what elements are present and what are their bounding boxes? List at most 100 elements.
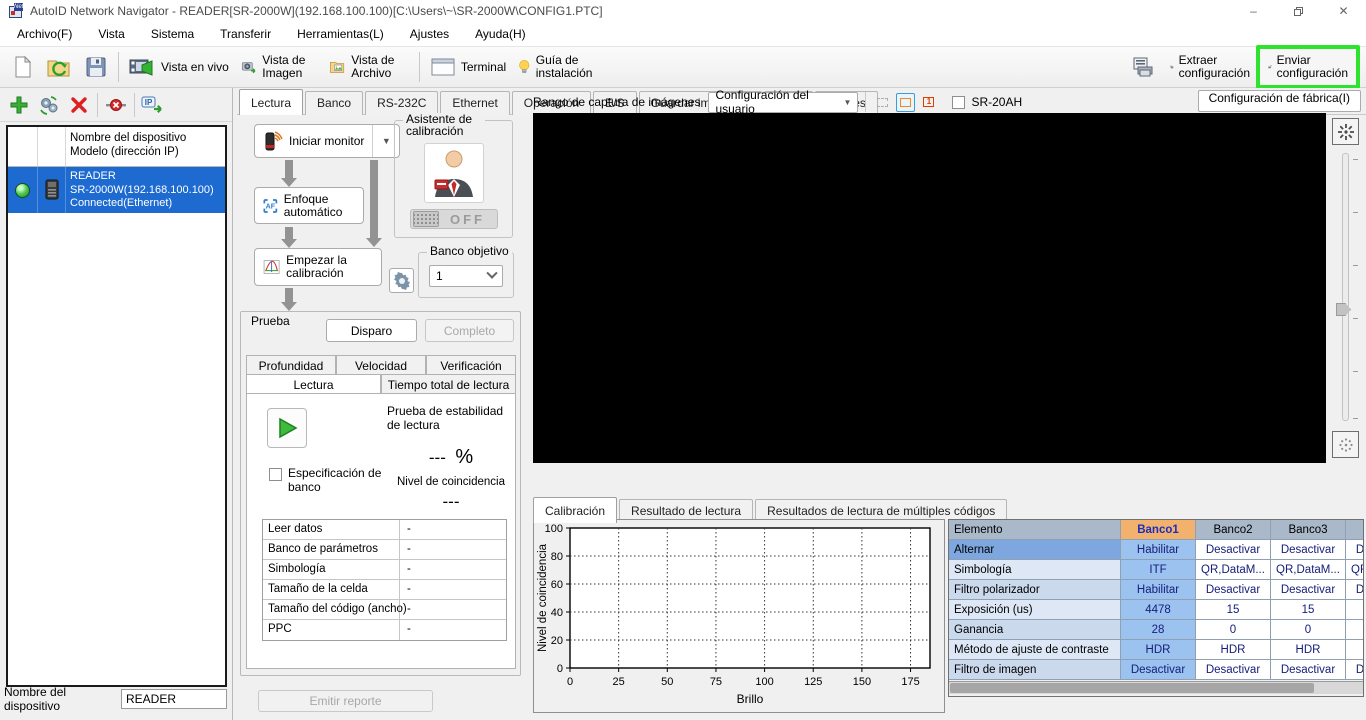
bank-cell[interactable]: 28 — [1121, 620, 1196, 640]
minimize-button[interactable]: – — [1231, 0, 1276, 22]
run-test-button[interactable] — [267, 408, 307, 448]
menu-item[interactable]: Transferir — [207, 23, 284, 45]
flow-arrow — [281, 227, 297, 248]
disconnect-device-button[interactable] — [101, 91, 131, 119]
trigger-button[interactable]: Disparo — [326, 319, 417, 342]
extract-config-button[interactable]: Extraer configuración — [1164, 49, 1256, 85]
menu-item[interactable]: Herramientas(L) — [284, 23, 397, 45]
bank-cell[interactable]: 15 — [1346, 600, 1363, 620]
bank-cell[interactable]: HDR — [1346, 640, 1363, 660]
svg-text:0: 0 — [567, 676, 573, 688]
bank-cell[interactable]: HDR — [1271, 640, 1346, 660]
bank-cell[interactable]: QR,DataM... — [1346, 560, 1363, 580]
test-result-value: - — [407, 623, 411, 635]
menu-item[interactable]: Ajustes — [397, 23, 462, 45]
bank-cell[interactable]: 0 — [1346, 620, 1363, 640]
bank-cell[interactable]: Habilitar — [1121, 580, 1196, 600]
autofocus-button[interactable]: AF Enfoque automático — [254, 187, 364, 224]
bank-cell[interactable]: HDR — [1121, 640, 1196, 660]
bank-cell[interactable]: Desactivar — [1271, 580, 1346, 600]
bank-row-label[interactable]: Alternar — [949, 540, 1121, 560]
zoom-in-button[interactable] — [1332, 118, 1359, 145]
send-config-button[interactable]: Enviar configuración — [1262, 49, 1354, 85]
device-row[interactable]: READER SR-2000W(192.168.100.100) Connect… — [8, 167, 225, 213]
bank-cell[interactable]: 4478 — [1121, 600, 1196, 620]
main-tab[interactable]: Banco — [305, 91, 364, 115]
bank-row-label[interactable]: Ganancia — [949, 620, 1121, 640]
add-device-button[interactable] — [4, 91, 34, 119]
bank-row-label[interactable]: Simbología — [949, 560, 1121, 580]
bank-col-header[interactable]: Banco2 — [1196, 520, 1271, 540]
calibration-icon — [263, 260, 280, 274]
report-print-button[interactable] — [1126, 49, 1164, 85]
bank-table-hscrollbar[interactable] — [949, 681, 1363, 694]
terminal-button[interactable]: Terminal — [424, 49, 512, 85]
assistant-toggle[interactable]: OFF — [409, 209, 498, 229]
bank-cell[interactable]: 15 — [1271, 600, 1346, 620]
svg-text:80: 80 — [551, 551, 563, 563]
bank-cell[interactable]: Desactivar — [1346, 540, 1363, 560]
save-button[interactable] — [78, 49, 114, 85]
bank-cell[interactable]: 0 — [1196, 620, 1271, 640]
bank-cell[interactable]: Desactivar — [1271, 540, 1346, 560]
bank-cell[interactable]: Desactivar — [1196, 540, 1271, 560]
zoom-slider-track[interactable] — [1342, 153, 1349, 421]
start-monitor-button[interactable]: Iniciar monitor — [255, 125, 374, 157]
image-view-button[interactable]: Vista de Imagen — [235, 49, 323, 85]
capture-user-range-button[interactable] — [896, 92, 916, 112]
close-button[interactable]: ✕ — [1321, 0, 1366, 22]
target-bank-select[interactable]: 1 — [429, 265, 503, 287]
bank-cell[interactable]: 15 — [1196, 600, 1271, 620]
bank-cell[interactable]: Desactivar — [1196, 580, 1271, 600]
result-tab[interactable]: Calibración — [533, 497, 618, 523]
new-file-button[interactable] — [4, 49, 40, 85]
sr20ah-checkbox[interactable] — [952, 95, 966, 109]
menu-item[interactable]: Vista — [85, 23, 137, 45]
bank-col-header[interactable]: Banco1 — [1121, 520, 1196, 540]
test-result-value: - — [407, 523, 411, 535]
bank-cell[interactable]: Desactivar — [1121, 660, 1196, 680]
bank-row-label[interactable]: Filtro polarizador — [949, 580, 1121, 600]
bank-cell[interactable]: 0 — [1271, 620, 1346, 640]
bank-row-label[interactable]: Método de ajuste de contraste — [949, 640, 1121, 660]
camera-image-view[interactable] — [533, 113, 1326, 463]
bank-cell[interactable]: Desactivar — [1271, 660, 1346, 680]
file-view-button[interactable]: Vista de Archivo — [323, 49, 415, 85]
delete-device-button[interactable] — [64, 91, 94, 119]
menu-item[interactable]: Ayuda(H) — [462, 23, 538, 45]
test-result-label: Banco de parámetros — [263, 540, 400, 559]
bank-row-label[interactable]: Filtro de imagen — [949, 660, 1121, 680]
main-tab[interactable]: Lectura — [239, 89, 304, 115]
bank-col-header[interactable] — [1346, 520, 1363, 540]
bank-cell[interactable]: HDR — [1196, 640, 1271, 660]
bank-cell[interactable]: Habilitar — [1121, 540, 1196, 560]
zoom-out-button[interactable] — [1332, 431, 1359, 458]
refresh-devices-button[interactable] — [34, 91, 64, 119]
bank-cell[interactable]: ITF — [1121, 560, 1196, 580]
capture-preset-select[interactable]: Configuración del usuario ▼ — [708, 88, 859, 116]
menu-item[interactable]: Sistema — [138, 23, 207, 45]
start-calibration-button[interactable]: Empezar la calibración — [254, 248, 382, 286]
bank-col-header[interactable]: Banco3 — [1271, 520, 1346, 540]
install-guide-button[interactable]: Guía de instalación — [512, 49, 606, 85]
bank-cell[interactable]: QR,DataM... — [1271, 560, 1346, 580]
bank-spec-checkbox[interactable] — [269, 468, 282, 481]
ip-export-button[interactable]: IP — [138, 91, 168, 119]
capture-range1-button[interactable]: 1 — [919, 93, 938, 112]
calibration-assistant-button[interactable] — [423, 143, 484, 203]
bank-row-label[interactable]: Exposición (us) — [949, 600, 1121, 620]
bank-cell[interactable]: Desactivar — [1346, 580, 1363, 600]
menu-item[interactable]: Archivo(F) — [4, 23, 85, 45]
scrollbar-thumb[interactable] — [950, 683, 1315, 693]
bank-cell[interactable]: Desactivar — [1346, 660, 1363, 680]
bank-cell[interactable]: QR,DataM... — [1196, 560, 1271, 580]
live-view-button[interactable]: Vista en vivo — [123, 49, 235, 85]
restore-button[interactable] — [1276, 0, 1321, 22]
open-file-button[interactable] — [40, 49, 78, 85]
device-name-input[interactable] — [121, 689, 227, 709]
send-config-icon — [1268, 65, 1272, 69]
bank-cell[interactable]: Desactivar — [1196, 660, 1271, 680]
menubar: Archivo(F) Vista Sistema Transferir Herramie… — [0, 22, 1366, 47]
main-area: Lectura Banco RS-232C Ethernet Operación E/S G… — [237, 88, 1366, 720]
calibration-settings-button[interactable] — [389, 268, 414, 293]
